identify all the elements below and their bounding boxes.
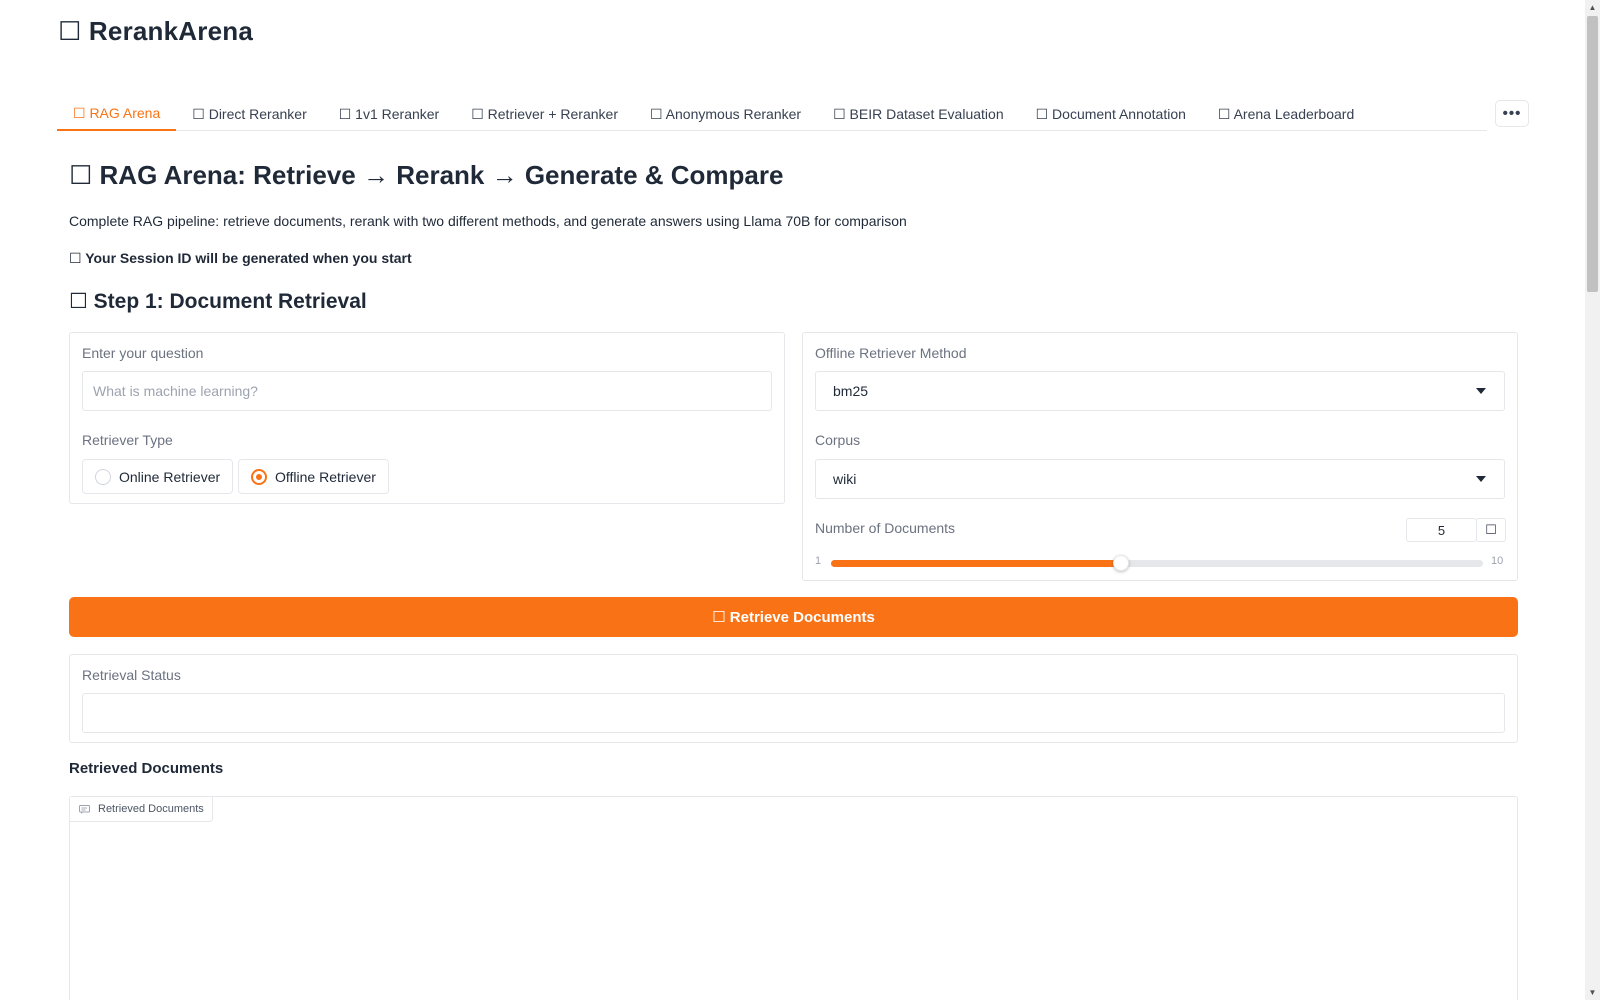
tab-bar: ☐ RAG Arena ☐ Direct Reranker ☐ 1v1 Rera… <box>57 98 1487 131</box>
question-label: Enter your question <box>82 345 204 361</box>
page-heading: ☐ RAG Arena: Retrieve → Rerank → Generat… <box>69 160 784 190</box>
app-title: ☐ RerankArena <box>58 16 253 46</box>
question-input[interactable] <box>82 371 772 411</box>
corpus-value: wiki <box>833 471 857 487</box>
slider-thumb[interactable] <box>1112 555 1129 571</box>
vertical-scrollbar[interactable]: ▲ ▼ <box>1585 0 1600 1000</box>
tab-retriever-reranker[interactable]: ☐ Retriever + Reranker <box>455 98 634 131</box>
scroll-thumb[interactable] <box>1587 16 1598 292</box>
slider-min-label: 1 <box>815 555 822 567</box>
retrieval-status-panel: Retrieval Status <box>69 654 1518 743</box>
page: ☐ RerankArena ☐ RAG Arena ☐ Direct Reran… <box>0 0 1585 1000</box>
radio-checked-icon <box>251 468 267 485</box>
radio-offline-label: Offline Retriever <box>275 468 376 485</box>
scroll-down-icon[interactable]: ▼ <box>1585 985 1600 1000</box>
chevron-down-icon <box>1476 388 1486 394</box>
retrieved-documents-tag-label: Retrieved Documents <box>98 803 204 815</box>
num-docs-label: Number of Documents <box>815 520 956 536</box>
more-tabs-button[interactable]: ••• <box>1495 100 1529 127</box>
tab-rag-arena[interactable]: ☐ RAG Arena <box>57 98 177 131</box>
retrieve-documents-button[interactable]: ☐ Retrieve Documents <box>69 597 1518 637</box>
radio-unchecked-icon <box>95 468 111 485</box>
tab-direct-reranker[interactable]: ☐ Direct Reranker <box>176 98 322 131</box>
tab-1v1-reranker[interactable]: ☐ 1v1 Reranker <box>323 98 455 131</box>
page-description: Complete RAG pipeline: retrieve document… <box>69 213 907 229</box>
tab-anonymous-reranker[interactable]: ☐ Anonymous Reranker <box>634 98 817 131</box>
tab-document-annotation[interactable]: ☐ Document Annotation <box>1020 98 1202 131</box>
retrieved-documents-heading: Retrieved Documents <box>69 760 224 777</box>
slider-fill <box>831 560 1121 567</box>
chevron-down-icon <box>1476 476 1486 482</box>
num-docs-reset-button[interactable]: ☐ <box>1476 518 1506 542</box>
offline-method-label: Offline Retriever Method <box>815 345 967 361</box>
radio-offline-retriever[interactable]: Offline Retriever <box>238 459 389 494</box>
retrieved-documents-tag: Retrieved Documents <box>70 797 213 822</box>
tab-arena-leaderboard[interactable]: ☐ Arena Leaderboard <box>1202 98 1370 131</box>
session-note: ☐ Your Session ID will be generated when… <box>69 250 412 266</box>
corpus-label: Corpus <box>815 432 861 448</box>
offline-method-value: bm25 <box>833 383 869 399</box>
num-docs-slider[interactable] <box>831 555 1483 571</box>
question-panel: Enter your question Retriever Type Onlin… <box>69 332 785 504</box>
retriever-settings-panel: Offline Retriever Method bm25 Corpus wik… <box>802 332 1518 581</box>
step1-heading: ☐ Step 1: Document Retrieval <box>69 290 367 313</box>
tab-beir-dataset-evaluation[interactable]: ☐ BEIR Dataset Evaluation <box>817 98 1020 131</box>
chat-icon <box>79 804 90 814</box>
retrieval-status-field[interactable] <box>82 693 1505 733</box>
retrieval-status-label: Retrieval Status <box>82 667 181 683</box>
offline-method-dropdown[interactable]: bm25 <box>815 371 1505 411</box>
scroll-up-icon[interactable]: ▲ <box>1585 0 1600 15</box>
retriever-type-label: Retriever Type <box>82 432 173 448</box>
radio-online-label: Online Retriever <box>119 468 221 485</box>
corpus-dropdown[interactable]: wiki <box>815 459 1505 499</box>
retrieved-documents-panel <box>69 796 1518 1000</box>
num-docs-input[interactable]: 5 <box>1406 518 1477 542</box>
radio-online-retriever[interactable]: Online Retriever <box>82 459 234 494</box>
slider-max-label: 10 <box>1491 555 1504 567</box>
